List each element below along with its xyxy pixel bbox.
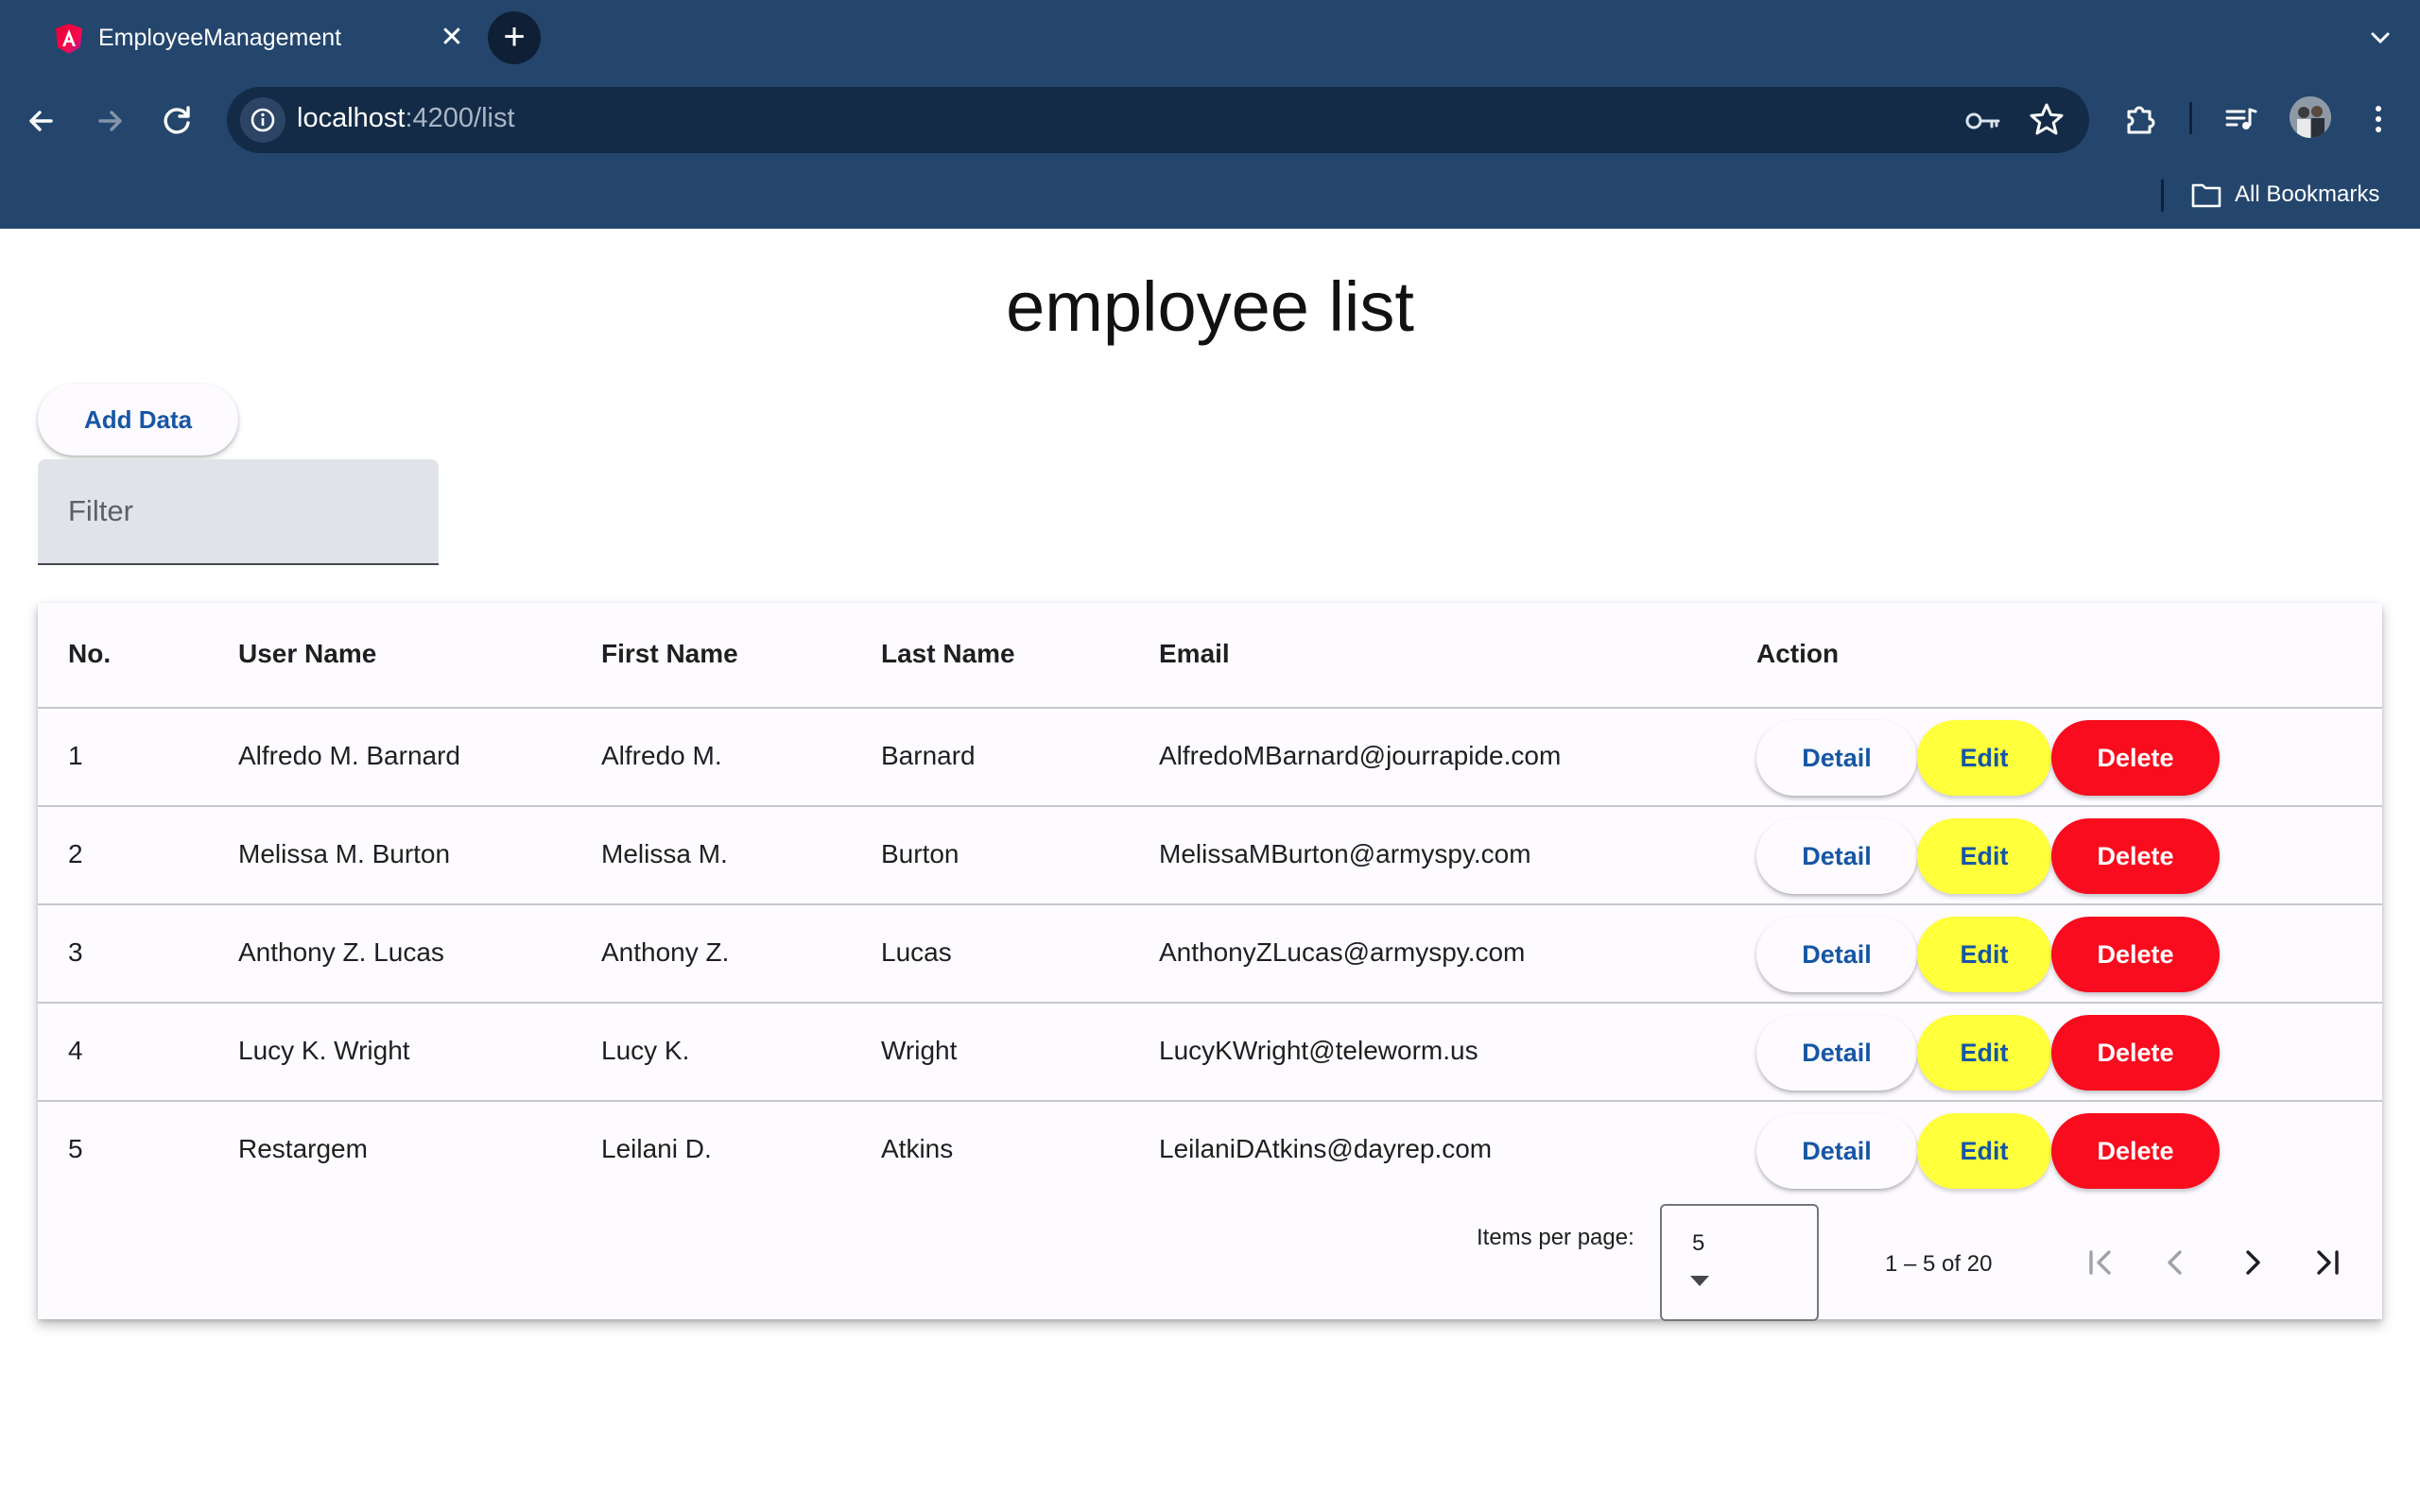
cell-first-name: Melissa M. <box>601 839 728 868</box>
cell-user-name: Alfredo M. Barnard <box>238 741 460 770</box>
cell-email: AlfredoMBarnard@jourrapide.com <box>1159 741 1562 770</box>
close-icon[interactable]: ✕ <box>433 19 471 57</box>
table-row: 1 Alfredo M. Barnard Alfredo M. Barnard … <box>38 709 2382 807</box>
all-bookmarks-button[interactable]: All Bookmarks <box>2191 176 2379 214</box>
detail-button[interactable]: Detail <box>1756 917 1917 992</box>
add-data-button[interactable]: Add Data <box>38 384 238 455</box>
employee-table-card: No. User Name First Name Last Name Email… <box>38 603 2382 1321</box>
avatar[interactable] <box>2290 96 2331 138</box>
cell-last-name: Atkins <box>881 1134 954 1163</box>
cell-user-name: Melissa M. Burton <box>238 839 451 868</box>
cell-first-name: Alfredo M. <box>601 741 722 770</box>
detail-button[interactable]: Detail <box>1756 720 1917 796</box>
site-info-icon[interactable] <box>240 97 285 143</box>
bookmarks-divider <box>2161 180 2164 212</box>
address-bar[interactable]: localhost:4200/list <box>227 87 2089 153</box>
cell-first-name: Anthony Z. <box>601 937 730 967</box>
all-bookmarks-label: All Bookmarks <box>2235 181 2380 207</box>
cell-email: LeilaniDAtkins@dayrep.com <box>1159 1134 1493 1163</box>
table-header-row: No. User Name First Name Last Name Email… <box>38 603 2382 709</box>
cell-no: 5 <box>68 1134 83 1163</box>
media-queue-icon[interactable] <box>2218 96 2263 142</box>
page-size-value: 5 <box>1692 1230 1705 1256</box>
browser-chrome: EmployeeManagement ✕ + localhost:4200/li… <box>0 0 2420 229</box>
folder-icon <box>2191 183 2221 208</box>
dropdown-arrow-icon <box>1690 1276 1709 1286</box>
edit-button[interactable]: Edit <box>1917 1015 2051 1091</box>
cell-first-name: Lucy K. <box>601 1036 690 1065</box>
angular-favicon-icon <box>56 24 82 54</box>
delete-button[interactable]: Delete <box>2051 1113 2220 1189</box>
plus-icon[interactable]: + <box>488 11 541 64</box>
cell-first-name: Leilani D. <box>601 1134 712 1163</box>
cell-last-name: Wright <box>881 1036 958 1065</box>
forward-arrow-icon[interactable] <box>85 96 134 146</box>
cell-user-name: Lucy K. Wright <box>238 1036 410 1065</box>
cell-last-name: Lucas <box>881 937 952 967</box>
page-content: employee list Add Data No. User Name Fir… <box>0 229 2420 1512</box>
password-key-icon[interactable] <box>1962 102 2004 140</box>
cell-last-name: Barnard <box>881 741 976 770</box>
prev-page-icon[interactable] <box>2155 1242 2197 1283</box>
page-title: employee list <box>1006 267 1414 346</box>
header-last-name[interactable]: Last Name <box>881 639 1015 669</box>
header-action: Action <box>1756 639 1840 668</box>
edit-button[interactable]: Edit <box>1917 917 2051 992</box>
extensions-icon[interactable] <box>2118 96 2163 142</box>
cell-last-name: Burton <box>881 839 959 868</box>
cell-user-name: Anthony Z. Lucas <box>238 937 444 967</box>
cell-no: 3 <box>68 937 83 967</box>
table-row: 3 Anthony Z. Lucas Anthony Z. Lucas Anth… <box>38 905 2382 1004</box>
filter-field[interactable] <box>38 459 439 565</box>
cell-email: AnthonyZLucas@armyspy.com <box>1159 937 1526 967</box>
browser-toolbar: localhost:4200/list <box>0 77 2420 161</box>
detail-button[interactable]: Detail <box>1756 1113 1917 1189</box>
cell-email: LucyKWright@teleworm.us <box>1159 1036 1478 1065</box>
chevron-down-icon[interactable] <box>2360 17 2401 59</box>
table-row: 4 Lucy K. Wright Lucy K. Wright LucyKWri… <box>38 1004 2382 1102</box>
back-arrow-icon[interactable] <box>17 96 66 146</box>
delete-button[interactable]: Delete <box>2051 720 2220 796</box>
url-host: localhost <box>297 103 406 133</box>
cell-no: 2 <box>68 839 83 868</box>
toolbar-divider <box>2189 102 2192 134</box>
url-text[interactable]: localhost:4200/list <box>297 103 515 134</box>
detail-button[interactable]: Detail <box>1756 818 1917 894</box>
edit-button[interactable]: Edit <box>1917 818 2051 894</box>
tab-strip: EmployeeManagement ✕ + <box>0 0 2420 77</box>
cell-no: 4 <box>68 1036 83 1065</box>
tab-employee-management[interactable]: EmployeeManagement ✕ <box>25 9 476 77</box>
header-first-name[interactable]: First Name <box>601 639 738 669</box>
table-row: 2 Melissa M. Burton Melissa M. Burton Me… <box>38 807 2382 905</box>
delete-button[interactable]: Delete <box>2051 1015 2220 1091</box>
paginator: Items per page: 5 1 – 5 of 20 <box>38 1204 2382 1321</box>
tab-title: EmployeeManagement <box>98 25 342 51</box>
star-icon[interactable] <box>2027 100 2066 140</box>
edit-button[interactable]: Edit <box>1917 720 2051 796</box>
items-per-page-label: Items per page: <box>1477 1225 1634 1250</box>
page-range-label: 1 – 5 of 20 <box>1885 1251 1993 1277</box>
header-user-name[interactable]: User Name <box>238 639 376 669</box>
edit-button[interactable]: Edit <box>1917 1113 2051 1189</box>
page-size-select[interactable]: 5 <box>1660 1204 1819 1321</box>
delete-button[interactable]: Delete <box>2051 818 2220 894</box>
cell-no: 1 <box>68 741 83 770</box>
bookmarks-bar: All Bookmarks <box>0 161 2420 229</box>
first-page-icon[interactable] <box>2080 1242 2121 1283</box>
header-email[interactable]: Email <box>1159 639 1230 669</box>
url-path: :4200/list <box>405 103 515 133</box>
delete-button[interactable]: Delete <box>2051 917 2220 992</box>
header-no[interactable]: No. <box>68 639 111 669</box>
cell-email: MelissaMBurton@armyspy.com <box>1159 839 1531 868</box>
detail-button[interactable]: Detail <box>1756 1015 1917 1091</box>
menu-kebab-icon[interactable] <box>2356 96 2401 142</box>
cell-user-name: Restargem <box>238 1134 368 1163</box>
next-page-icon[interactable] <box>2231 1242 2273 1283</box>
filter-input[interactable] <box>38 459 439 563</box>
reload-icon[interactable] <box>153 96 202 146</box>
last-page-icon[interactable] <box>2307 1242 2348 1283</box>
table-row: 5 Restargem Leilani D. Atkins LeilaniDAt… <box>38 1102 2382 1200</box>
